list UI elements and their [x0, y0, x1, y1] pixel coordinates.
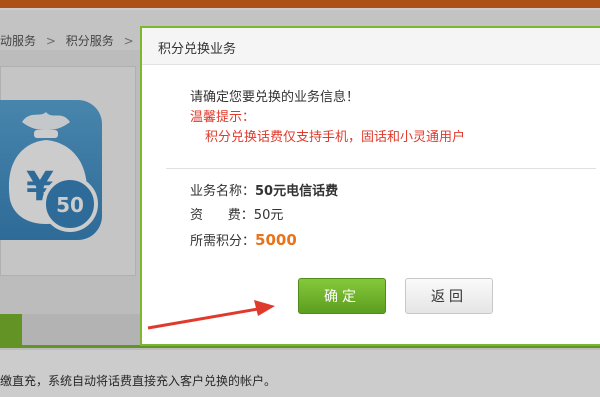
annotation-arrow-icon [147, 300, 275, 330]
